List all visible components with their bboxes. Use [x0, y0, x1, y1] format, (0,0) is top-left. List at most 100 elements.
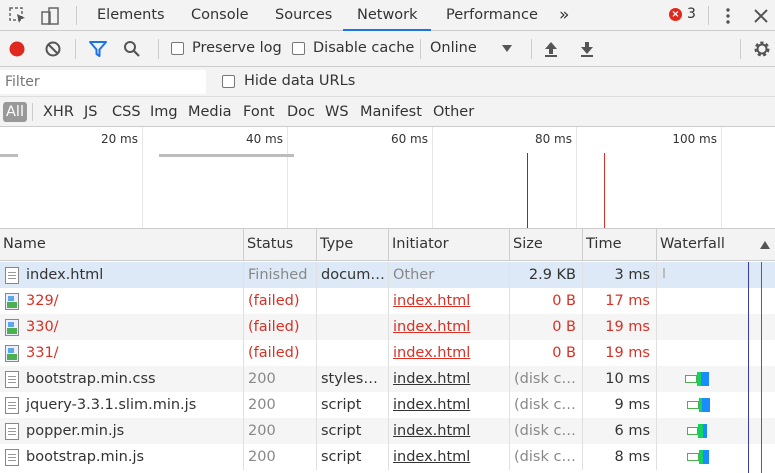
- table-row[interactable]: index.html Finished docum… Other 2.9 KB …: [0, 262, 775, 288]
- timeline-overview[interactable]: 20 ms 40 ms 60 ms 80 ms 100 ms: [0, 127, 775, 229]
- request-size: (disk c…: [510, 392, 583, 418]
- request-initiator-link[interactable]: index.html: [389, 314, 510, 340]
- divider: [420, 39, 421, 59]
- request-initiator-link[interactable]: index.html: [389, 444, 510, 470]
- column-header-name[interactable]: Name: [0, 229, 244, 260]
- divider: [158, 39, 159, 59]
- request-name[interactable]: bootstrap.min.js: [0, 444, 244, 470]
- divider: [76, 6, 77, 25]
- tab-performance[interactable]: Performance: [446, 0, 538, 31]
- table-row[interactable]: bootstrap.min.css 200 styles… index.html…: [0, 366, 775, 392]
- request-time: 19 ms: [583, 340, 657, 366]
- request-status: 200: [244, 366, 317, 392]
- resource-type-filters: All XHR JS CSS Img Media Font Doc WS Man…: [0, 97, 775, 127]
- inspect-element-icon[interactable]: [8, 6, 28, 26]
- waterfall-domcontentloaded-line: [748, 262, 749, 473]
- tab-sources[interactable]: Sources: [275, 0, 332, 31]
- overview-request-bar: [159, 154, 294, 157]
- more-options-icon[interactable]: [718, 6, 738, 26]
- request-initiator-link[interactable]: index.html: [389, 366, 510, 392]
- close-icon[interactable]: [751, 6, 771, 26]
- preserve-log-label[interactable]: Preserve log: [192, 40, 282, 56]
- request-name[interactable]: 330/: [0, 314, 244, 340]
- type-filter-ws[interactable]: WS: [325, 102, 349, 122]
- more-tabs-button[interactable]: »: [559, 0, 569, 31]
- hide-data-urls-checkbox[interactable]: [222, 75, 235, 88]
- request-name[interactable]: jquery-3.3.1.slim.min.js: [0, 392, 244, 418]
- request-name[interactable]: popper.min.js: [0, 418, 244, 444]
- column-header-time[interactable]: Time: [583, 229, 657, 260]
- request-waterfall: [657, 418, 775, 444]
- type-filter-other[interactable]: Other: [433, 102, 474, 122]
- tab-elements[interactable]: Elements: [97, 0, 165, 31]
- record-icon[interactable]: [8, 40, 26, 58]
- column-header-waterfall[interactable]: Waterfall: [657, 229, 775, 260]
- type-filter-css[interactable]: CSS: [112, 102, 141, 122]
- devtools-tab-bar: Elements Console Sources Network Perform…: [0, 0, 775, 31]
- request-waterfall: [657, 366, 775, 392]
- type-filter-all[interactable]: All: [3, 102, 27, 122]
- error-icon[interactable]: ×: [669, 8, 682, 21]
- disable-cache-checkbox[interactable]: [292, 42, 305, 55]
- filter-input[interactable]: [0, 70, 206, 94]
- type-filter-font[interactable]: Font: [243, 102, 275, 122]
- request-name[interactable]: 329/: [0, 288, 244, 314]
- type-filter-xhr[interactable]: XHR: [43, 102, 74, 122]
- request-name[interactable]: index.html: [0, 262, 244, 288]
- request-name[interactable]: 331/: [0, 340, 244, 366]
- table-row[interactable]: 331/ (failed) index.html 0 B 19 ms: [0, 340, 775, 366]
- request-time: 6 ms: [583, 418, 657, 444]
- sort-ascending-icon[interactable]: [760, 241, 770, 249]
- request-type: docum…: [317, 262, 389, 288]
- request-initiator-link[interactable]: index.html: [389, 288, 510, 314]
- request-initiator-link[interactable]: index.html: [389, 392, 510, 418]
- request-status: (failed): [244, 340, 317, 366]
- column-header-type[interactable]: Type: [317, 229, 389, 260]
- request-initiator-link[interactable]: index.html: [389, 418, 510, 444]
- filter-icon[interactable]: [88, 40, 108, 58]
- overview-gridline: [432, 127, 433, 228]
- table-row[interactable]: 330/ (failed) index.html 0 B 19 ms: [0, 314, 775, 340]
- type-filter-media[interactable]: Media: [188, 102, 232, 122]
- column-header-status[interactable]: Status: [244, 229, 317, 260]
- column-header-size[interactable]: Size: [510, 229, 583, 260]
- type-filter-img[interactable]: Img: [150, 102, 178, 122]
- request-waterfall: [657, 262, 775, 288]
- export-har-icon[interactable]: [578, 40, 596, 58]
- gear-icon[interactable]: [752, 39, 772, 59]
- type-filter-doc[interactable]: Doc: [287, 102, 315, 122]
- request-name[interactable]: bootstrap.min.css: [0, 366, 244, 392]
- clear-icon[interactable]: [44, 40, 62, 58]
- waterfall-load-line: [761, 262, 762, 473]
- request-initiator-link[interactable]: index.html: [389, 340, 510, 366]
- request-size: 0 B: [510, 314, 583, 340]
- import-har-icon[interactable]: [542, 40, 560, 58]
- type-filter-js[interactable]: JS: [84, 102, 97, 122]
- device-toolbar-icon[interactable]: [41, 6, 61, 26]
- type-filter-manifest[interactable]: Manifest: [360, 102, 422, 122]
- search-icon[interactable]: [123, 40, 141, 58]
- column-header-initiator[interactable]: Initiator: [389, 229, 510, 260]
- overview-tick-label: 100 ms: [672, 132, 717, 146]
- throttling-select[interactable]: Online: [430, 40, 477, 56]
- table-row[interactable]: bootstrap.min.js 200 script index.html (…: [0, 444, 775, 470]
- request-time: 3 ms: [583, 262, 657, 288]
- chevron-down-icon[interactable]: [502, 45, 512, 53]
- preserve-log-checkbox[interactable]: [171, 42, 184, 55]
- tab-network[interactable]: Network: [357, 0, 418, 31]
- request-type: script: [317, 444, 389, 470]
- error-count[interactable]: 3: [687, 6, 696, 22]
- overview-gridline: [576, 127, 577, 228]
- disable-cache-label[interactable]: Disable cache: [313, 40, 414, 56]
- tab-console[interactable]: Console: [191, 0, 249, 31]
- divider: [32, 103, 33, 121]
- request-type: [317, 314, 389, 340]
- request-time: 10 ms: [583, 366, 657, 392]
- table-row[interactable]: 329/ (failed) index.html 0 B 17 ms: [0, 288, 775, 314]
- table-row[interactable]: jquery-3.3.1.slim.min.js 200 script inde…: [0, 392, 775, 418]
- request-waterfall: [657, 444, 775, 470]
- waterfall-doc-marker: [663, 268, 665, 278]
- table-row[interactable]: popper.min.js 200 script index.html (dis…: [0, 418, 775, 444]
- hide-data-urls-label[interactable]: Hide data URLs: [244, 73, 355, 89]
- filter-row: Hide data URLs: [0, 67, 775, 97]
